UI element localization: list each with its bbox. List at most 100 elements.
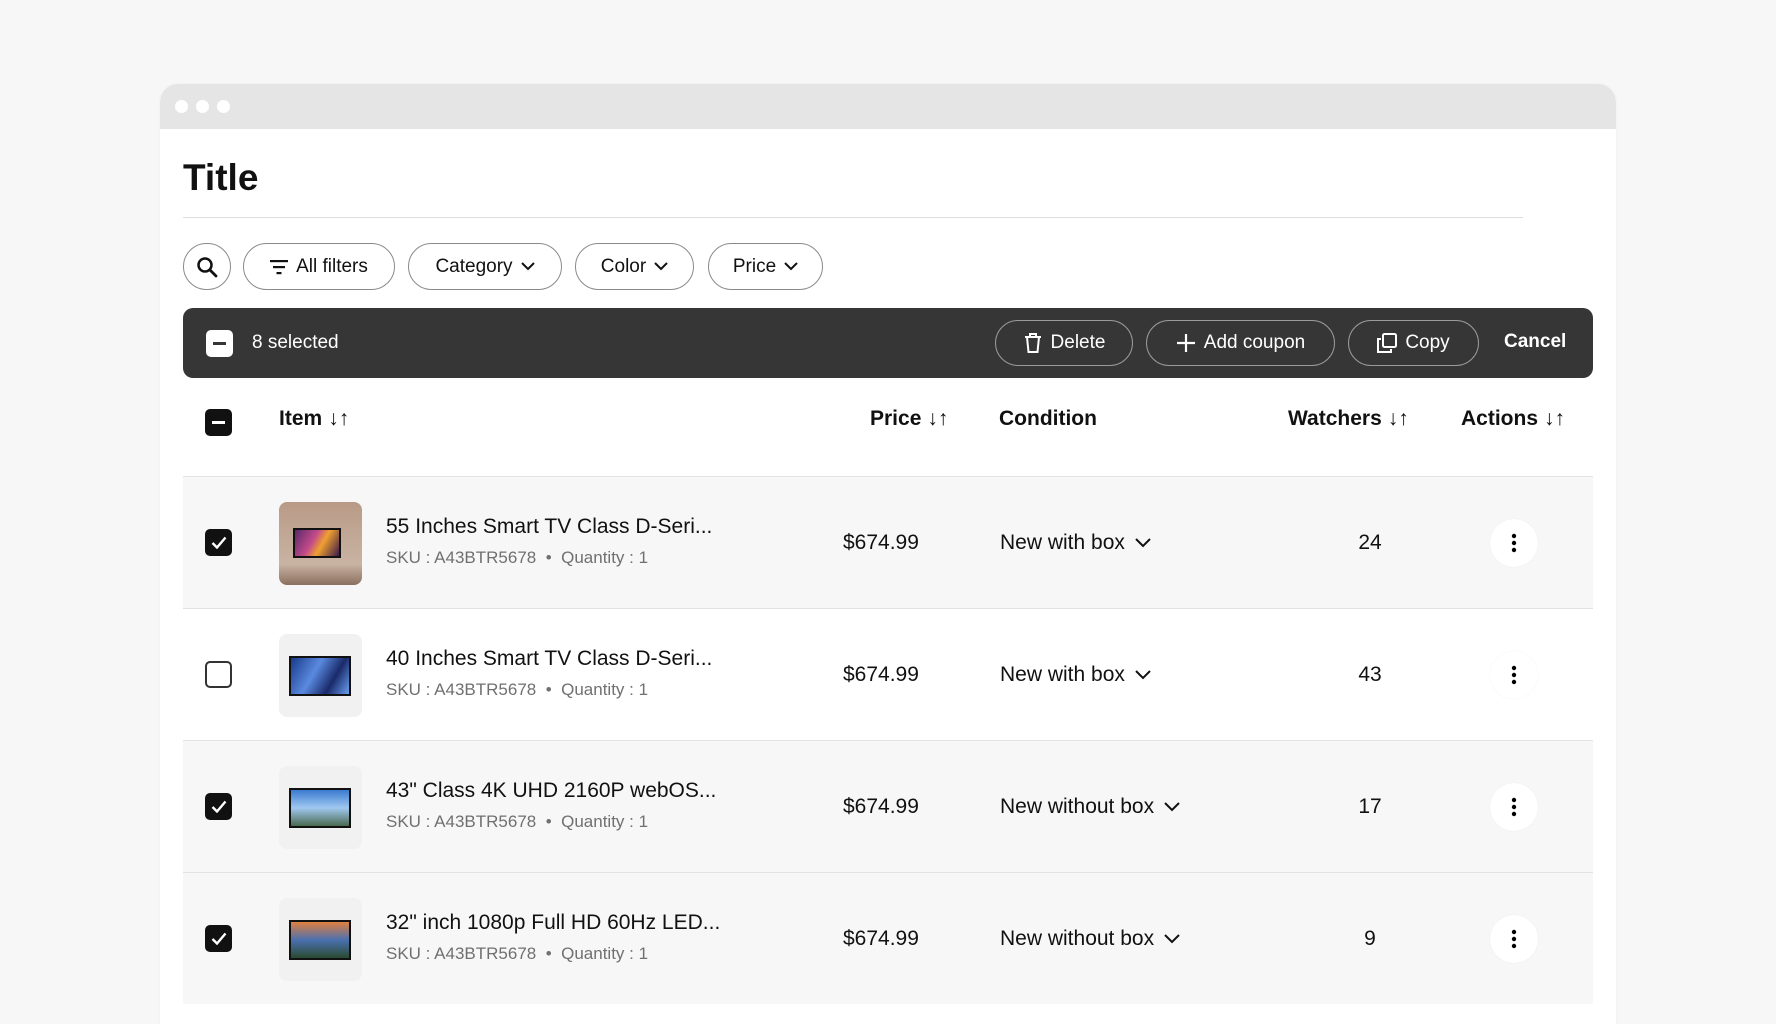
plus-icon bbox=[1176, 334, 1195, 352]
color-filter[interactable]: Color bbox=[575, 243, 694, 290]
search-icon bbox=[197, 256, 218, 277]
table-row: 32" inch 1080p Full HD 60Hz LED... SKU :… bbox=[183, 872, 1593, 1004]
actions-header-label: Actions bbox=[1461, 407, 1539, 430]
item-price: $674.99 bbox=[843, 795, 919, 818]
chevron-down-icon bbox=[520, 262, 535, 271]
price-header-label: Price bbox=[870, 407, 922, 430]
row-checkbox[interactable] bbox=[205, 925, 232, 952]
column-header-condition: Condition bbox=[999, 407, 1097, 431]
window-dot bbox=[217, 100, 230, 113]
item-sku: SKU : A43BTR5678 bbox=[386, 680, 537, 699]
condition-dropdown[interactable]: New without box bbox=[1000, 795, 1180, 819]
copy-label: Copy bbox=[1405, 332, 1450, 353]
column-header-actions[interactable]: Actions ↓↑ bbox=[1461, 407, 1565, 431]
row-actions-button[interactable] bbox=[1490, 915, 1538, 963]
category-label: Category bbox=[435, 255, 513, 277]
color-label: Color bbox=[600, 255, 647, 277]
sort-icon: ↓↑ bbox=[1544, 407, 1566, 430]
condition-value: New without box bbox=[1000, 927, 1155, 950]
row-actions-button[interactable] bbox=[1490, 519, 1538, 567]
chevron-down-icon bbox=[1135, 670, 1151, 680]
select-all-toggle[interactable] bbox=[206, 330, 233, 357]
item-meta: SKU : A43BTR5678 • Quantity : 1 bbox=[386, 812, 649, 831]
more-vertical-icon bbox=[1511, 665, 1517, 685]
divider bbox=[183, 217, 1523, 218]
chevron-down-icon bbox=[1135, 538, 1151, 548]
window-dot bbox=[175, 100, 188, 113]
sort-icon: ↓↑ bbox=[328, 407, 350, 430]
copy-button[interactable]: Copy bbox=[1348, 320, 1479, 366]
item-price: $674.99 bbox=[843, 663, 919, 686]
copy-icon bbox=[1377, 333, 1398, 353]
all-filters-label: All filters bbox=[296, 255, 368, 277]
condition-dropdown[interactable]: New without box bbox=[1000, 927, 1180, 951]
header-select-checkbox[interactable] bbox=[205, 409, 232, 436]
item-price: $674.99 bbox=[843, 927, 919, 950]
add-coupon-button[interactable]: Add coupon bbox=[1146, 320, 1335, 366]
column-header-item[interactable]: Item ↓↑ bbox=[279, 407, 349, 431]
selected-count: 8 selected bbox=[252, 332, 339, 353]
row-checkbox[interactable] bbox=[205, 793, 232, 820]
window-titlebar bbox=[160, 84, 1616, 129]
cancel-button[interactable]: Cancel bbox=[1504, 331, 1566, 353]
item-meta: SKU : A43BTR5678 • Quantity : 1 bbox=[386, 680, 649, 699]
item-sku: SKU : A43BTR5678 bbox=[386, 944, 537, 963]
app-window: Title All filters Category Color Price 8… bbox=[160, 84, 1616, 1024]
minus-icon bbox=[212, 421, 225, 424]
row-checkbox[interactable] bbox=[205, 661, 232, 688]
more-vertical-icon bbox=[1511, 797, 1517, 817]
selection-action-bar: 8 selected Delete Add coupon Copy Cancel bbox=[183, 308, 1593, 378]
tv-image bbox=[289, 920, 351, 960]
tv-image bbox=[293, 528, 341, 558]
item-price: $674.99 bbox=[843, 531, 919, 554]
more-vertical-icon bbox=[1511, 929, 1517, 949]
item-header-label: Item bbox=[279, 407, 323, 430]
tv-image bbox=[289, 656, 351, 696]
sort-icon: ↓↑ bbox=[1387, 407, 1409, 430]
page-title: Title bbox=[183, 157, 259, 198]
tv-image bbox=[289, 788, 351, 828]
price-filter[interactable]: Price bbox=[708, 243, 823, 290]
minus-icon bbox=[213, 342, 226, 345]
search-button[interactable] bbox=[183, 243, 231, 290]
more-vertical-icon bbox=[1511, 533, 1517, 553]
item-meta: SKU : A43BTR5678 • Quantity : 1 bbox=[386, 944, 649, 963]
item-name[interactable]: 32" inch 1080p Full HD 60Hz LED... bbox=[386, 911, 720, 935]
column-header-watchers[interactable]: Watchers ↓↑ bbox=[1288, 407, 1409, 431]
delete-button[interactable]: Delete bbox=[995, 320, 1133, 366]
condition-value: New with box bbox=[1000, 663, 1125, 686]
all-filters-button[interactable]: All filters bbox=[243, 243, 395, 290]
chevron-down-icon bbox=[654, 262, 668, 271]
item-quantity: Quantity : 1 bbox=[561, 680, 649, 699]
price-label: Price bbox=[732, 255, 777, 277]
item-quantity: Quantity : 1 bbox=[561, 944, 649, 963]
item-name[interactable]: 40 Inches Smart TV Class D-Seri... bbox=[386, 647, 712, 671]
item-sku: SKU : A43BTR5678 bbox=[386, 548, 537, 567]
product-thumbnail bbox=[279, 634, 362, 717]
category-filter[interactable]: Category bbox=[408, 243, 562, 290]
row-actions-button[interactable] bbox=[1490, 651, 1538, 699]
check-icon bbox=[211, 536, 226, 549]
product-thumbnail bbox=[279, 766, 362, 849]
watchers-header-label: Watchers bbox=[1288, 407, 1382, 430]
column-header-price[interactable]: Price ↓↑ bbox=[870, 407, 948, 431]
item-name[interactable]: 55 Inches Smart TV Class D-Seri... bbox=[386, 515, 712, 539]
condition-dropdown[interactable]: New with box bbox=[1000, 531, 1151, 555]
product-thumbnail bbox=[279, 502, 362, 585]
product-thumbnail bbox=[279, 898, 362, 981]
row-checkbox[interactable] bbox=[205, 529, 232, 556]
condition-dropdown[interactable]: New with box bbox=[1000, 663, 1151, 687]
item-meta: SKU : A43BTR5678 • Quantity : 1 bbox=[386, 548, 649, 567]
window-dot bbox=[196, 100, 209, 113]
table-row: 43" Class 4K UHD 2160P webOS... SKU : A4… bbox=[183, 740, 1593, 872]
row-actions-button[interactable] bbox=[1490, 783, 1538, 831]
item-sku: SKU : A43BTR5678 bbox=[386, 812, 537, 831]
table-row: 55 Inches Smart TV Class D-Seri... SKU :… bbox=[183, 476, 1593, 608]
check-icon bbox=[211, 932, 226, 945]
table-row: 40 Inches Smart TV Class D-Seri... SKU :… bbox=[183, 608, 1593, 740]
chevron-down-icon bbox=[1164, 802, 1180, 812]
watchers-count: 17 bbox=[1358, 795, 1382, 818]
filter-icon bbox=[270, 259, 289, 274]
add-coupon-label: Add coupon bbox=[1203, 332, 1306, 353]
item-name[interactable]: 43" Class 4K UHD 2160P webOS... bbox=[386, 779, 716, 803]
